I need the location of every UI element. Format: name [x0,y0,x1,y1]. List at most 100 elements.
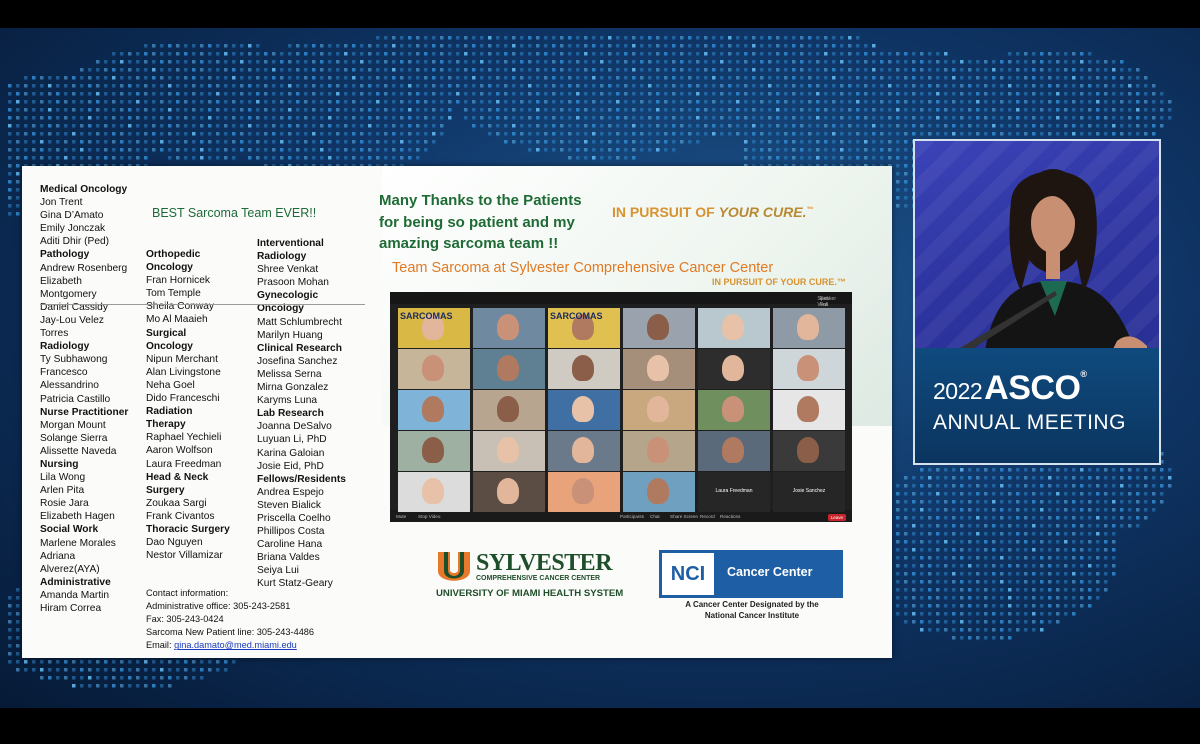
map-dot [224,668,228,672]
contact-new-patient: Sarcoma New Patient line: 305-243-4486 [146,627,315,638]
map-dot [824,148,828,152]
map-dot [296,44,300,48]
map-dot [896,76,900,80]
map-dot [224,52,228,56]
map-dot [768,84,772,88]
map-dot [144,132,148,136]
map-dot [904,492,908,496]
map-dot [616,36,620,40]
map-dot [248,52,252,56]
map-dot [992,516,996,520]
zoom-participant-tile: SARCOMAS [398,308,470,348]
map-dot [968,636,972,640]
map-dot [248,140,252,144]
map-dot [768,76,772,80]
map-dot [1104,100,1108,104]
map-dot [272,116,276,120]
map-dot [480,44,484,48]
map-dot [176,660,180,664]
map-dot [864,124,868,128]
map-dot [80,156,84,160]
map-dot [1080,468,1084,472]
map-dot [1016,580,1020,584]
map-dot [696,100,700,104]
map-dot [344,108,348,112]
contact-email-link[interactable]: gina.damato@med.miami.edu [174,640,297,650]
map-dot [992,76,996,80]
map-dot [544,116,548,120]
map-dot [912,492,916,496]
map-dot [552,108,556,112]
map-dot [1040,92,1044,96]
map-dot [936,476,940,480]
map-dot [688,108,692,112]
map-dot [1016,132,1020,136]
map-dot [120,116,124,120]
map-dot [936,108,940,112]
map-dot [912,572,916,576]
map-dot [944,108,948,112]
map-dot [448,76,452,80]
map-dot [208,116,212,120]
map-dot [416,68,420,72]
map-dot [544,52,548,56]
map-dot [384,52,388,56]
map-dot [688,84,692,88]
map-dot [440,76,444,80]
map-dot [192,76,196,80]
map-dot [288,124,292,128]
map-dot [792,116,796,120]
map-dot [256,124,260,128]
map-dot [880,140,884,144]
team-member-name: Montgomery [40,288,97,300]
map-dot [8,116,12,120]
map-dot [872,108,876,112]
map-dot [368,108,372,112]
map-dot [944,596,948,600]
map-dot [944,76,948,80]
map-dot [608,100,612,104]
divider-line [40,304,365,305]
map-dot [880,68,884,72]
map-dot [912,548,916,552]
map-dot [272,92,276,96]
map-dot [1072,132,1076,136]
map-dot [376,156,380,160]
map-dot [728,52,732,56]
map-dot [560,132,564,136]
map-dot [584,132,588,136]
map-dot [1008,620,1012,624]
map-dot [1024,524,1028,528]
map-dot [464,60,468,64]
map-dot [800,156,804,160]
map-dot [152,660,156,664]
map-dot [960,596,964,600]
map-dot [552,36,556,40]
map-dot [56,116,60,120]
map-dot [512,92,516,96]
map-dot [576,76,580,80]
asco-annual-meeting: ANNUAL MEETING [933,411,1126,434]
map-dot [688,124,692,128]
map-dot [872,76,876,80]
map-dot [1040,500,1044,504]
participant-face [647,478,669,504]
map-dot [1136,116,1140,120]
map-dot [344,68,348,72]
map-dot [520,36,524,40]
map-dot [368,84,372,88]
map-dot [944,492,948,496]
map-dot [800,36,804,40]
map-dot [1024,540,1028,544]
map-dot [1128,92,1132,96]
map-dot [720,108,724,112]
map-dot [992,476,996,480]
map-dot [112,76,116,80]
map-dot [280,132,284,136]
map-dot [40,132,44,136]
map-dot [912,484,916,488]
map-dot [1136,68,1140,72]
map-dot [624,108,628,112]
map-dot [688,100,692,104]
map-dot [400,156,404,160]
